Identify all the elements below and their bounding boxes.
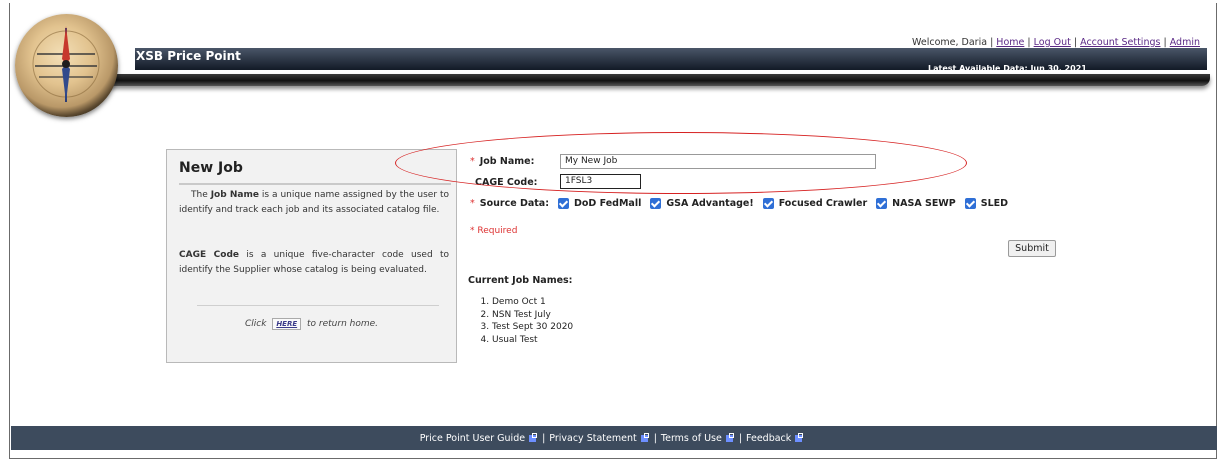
list-item: NSN Test July — [492, 309, 573, 322]
external-link-icon — [640, 432, 649, 442]
current-jobs-list: Demo Oct 1 NSN Test July Test Sept 30 20… — [468, 296, 573, 346]
privacy-statement-link[interactable]: Privacy Statement — [549, 433, 636, 444]
list-item: Usual Test — [492, 334, 573, 347]
list-item: Test Sept 30 2020 — [492, 321, 573, 334]
compass-logo — [15, 14, 118, 117]
source-nasa-sewp: NASA SEWP — [892, 198, 956, 209]
checkbox-sled[interactable] — [964, 198, 976, 209]
app-title: XSB Price Point — [136, 49, 241, 63]
admin-link[interactable]: Admin — [1170, 37, 1200, 48]
cage-code-label: CAGE Code: — [475, 177, 538, 188]
job-name-label: * Job Name: — [470, 156, 535, 167]
list-item: Demo Oct 1 — [492, 296, 573, 309]
checkbox-focused-crawler[interactable] — [762, 198, 774, 209]
source-focused-crawler: Focused Crawler — [778, 198, 868, 209]
job-name-input[interactable]: My New Job — [560, 154, 876, 169]
footer-bar: Price Point User Guide | Privacy Stateme… — [11, 426, 1217, 450]
welcome-text: Welcome, Daria — [912, 37, 988, 48]
here-button[interactable]: HERE — [272, 318, 302, 330]
external-link-icon — [529, 432, 538, 442]
required-note: * Required — [470, 226, 518, 236]
user-links: Welcome, Daria | Home | Log Out | Accoun… — [912, 37, 1200, 48]
terms-of-use-link[interactable]: Terms of Use — [661, 433, 722, 444]
external-link-icon — [725, 432, 734, 442]
user-guide-link[interactable]: Price Point User Guide — [420, 433, 525, 444]
source-data-label: Source Data: — [479, 198, 549, 209]
compass-icon — [32, 26, 100, 102]
source-sled: SLED — [980, 198, 1009, 209]
source-dod-fedmall: DoD FedMall — [574, 198, 642, 209]
feedback-link[interactable]: Feedback — [746, 433, 791, 444]
external-link-icon — [795, 432, 804, 442]
return-home-text: Click HERE to return home. — [244, 318, 379, 330]
source-gsa-advantage: GSA Advantage! — [666, 198, 754, 209]
submit-button[interactable]: Submit — [1008, 240, 1056, 257]
panel-divider-lower — [197, 305, 439, 306]
checkbox-dod-fedmall[interactable] — [558, 198, 569, 209]
header-underbar — [100, 74, 1210, 86]
home-link[interactable]: Home — [996, 37, 1024, 48]
source-data-row: * Source Data: DoD FedMall GSA Advantage… — [470, 198, 1009, 209]
latest-data-text: Latest Available Data: Jun 30, 2021 — [928, 64, 1087, 73]
account-settings-link[interactable]: Account Settings — [1080, 37, 1160, 48]
job-name-help: The Job Name is a unique name assigned b… — [179, 190, 450, 215]
checkbox-nasa-sewp[interactable] — [876, 198, 888, 209]
panel-divider — [179, 183, 451, 185]
checkbox-gsa-advantage[interactable] — [650, 198, 662, 209]
panel-title: New Job — [179, 160, 243, 176]
info-panel: New Job The Job Name is a unique name as… — [166, 149, 457, 363]
current-jobs-title: Current Job Names: — [468, 275, 573, 286]
cage-code-help: CAGE Code is a unique five-character cod… — [179, 250, 450, 275]
logout-link[interactable]: Log Out — [1034, 37, 1071, 48]
cage-code-input[interactable]: 1FSL3 — [560, 174, 641, 189]
